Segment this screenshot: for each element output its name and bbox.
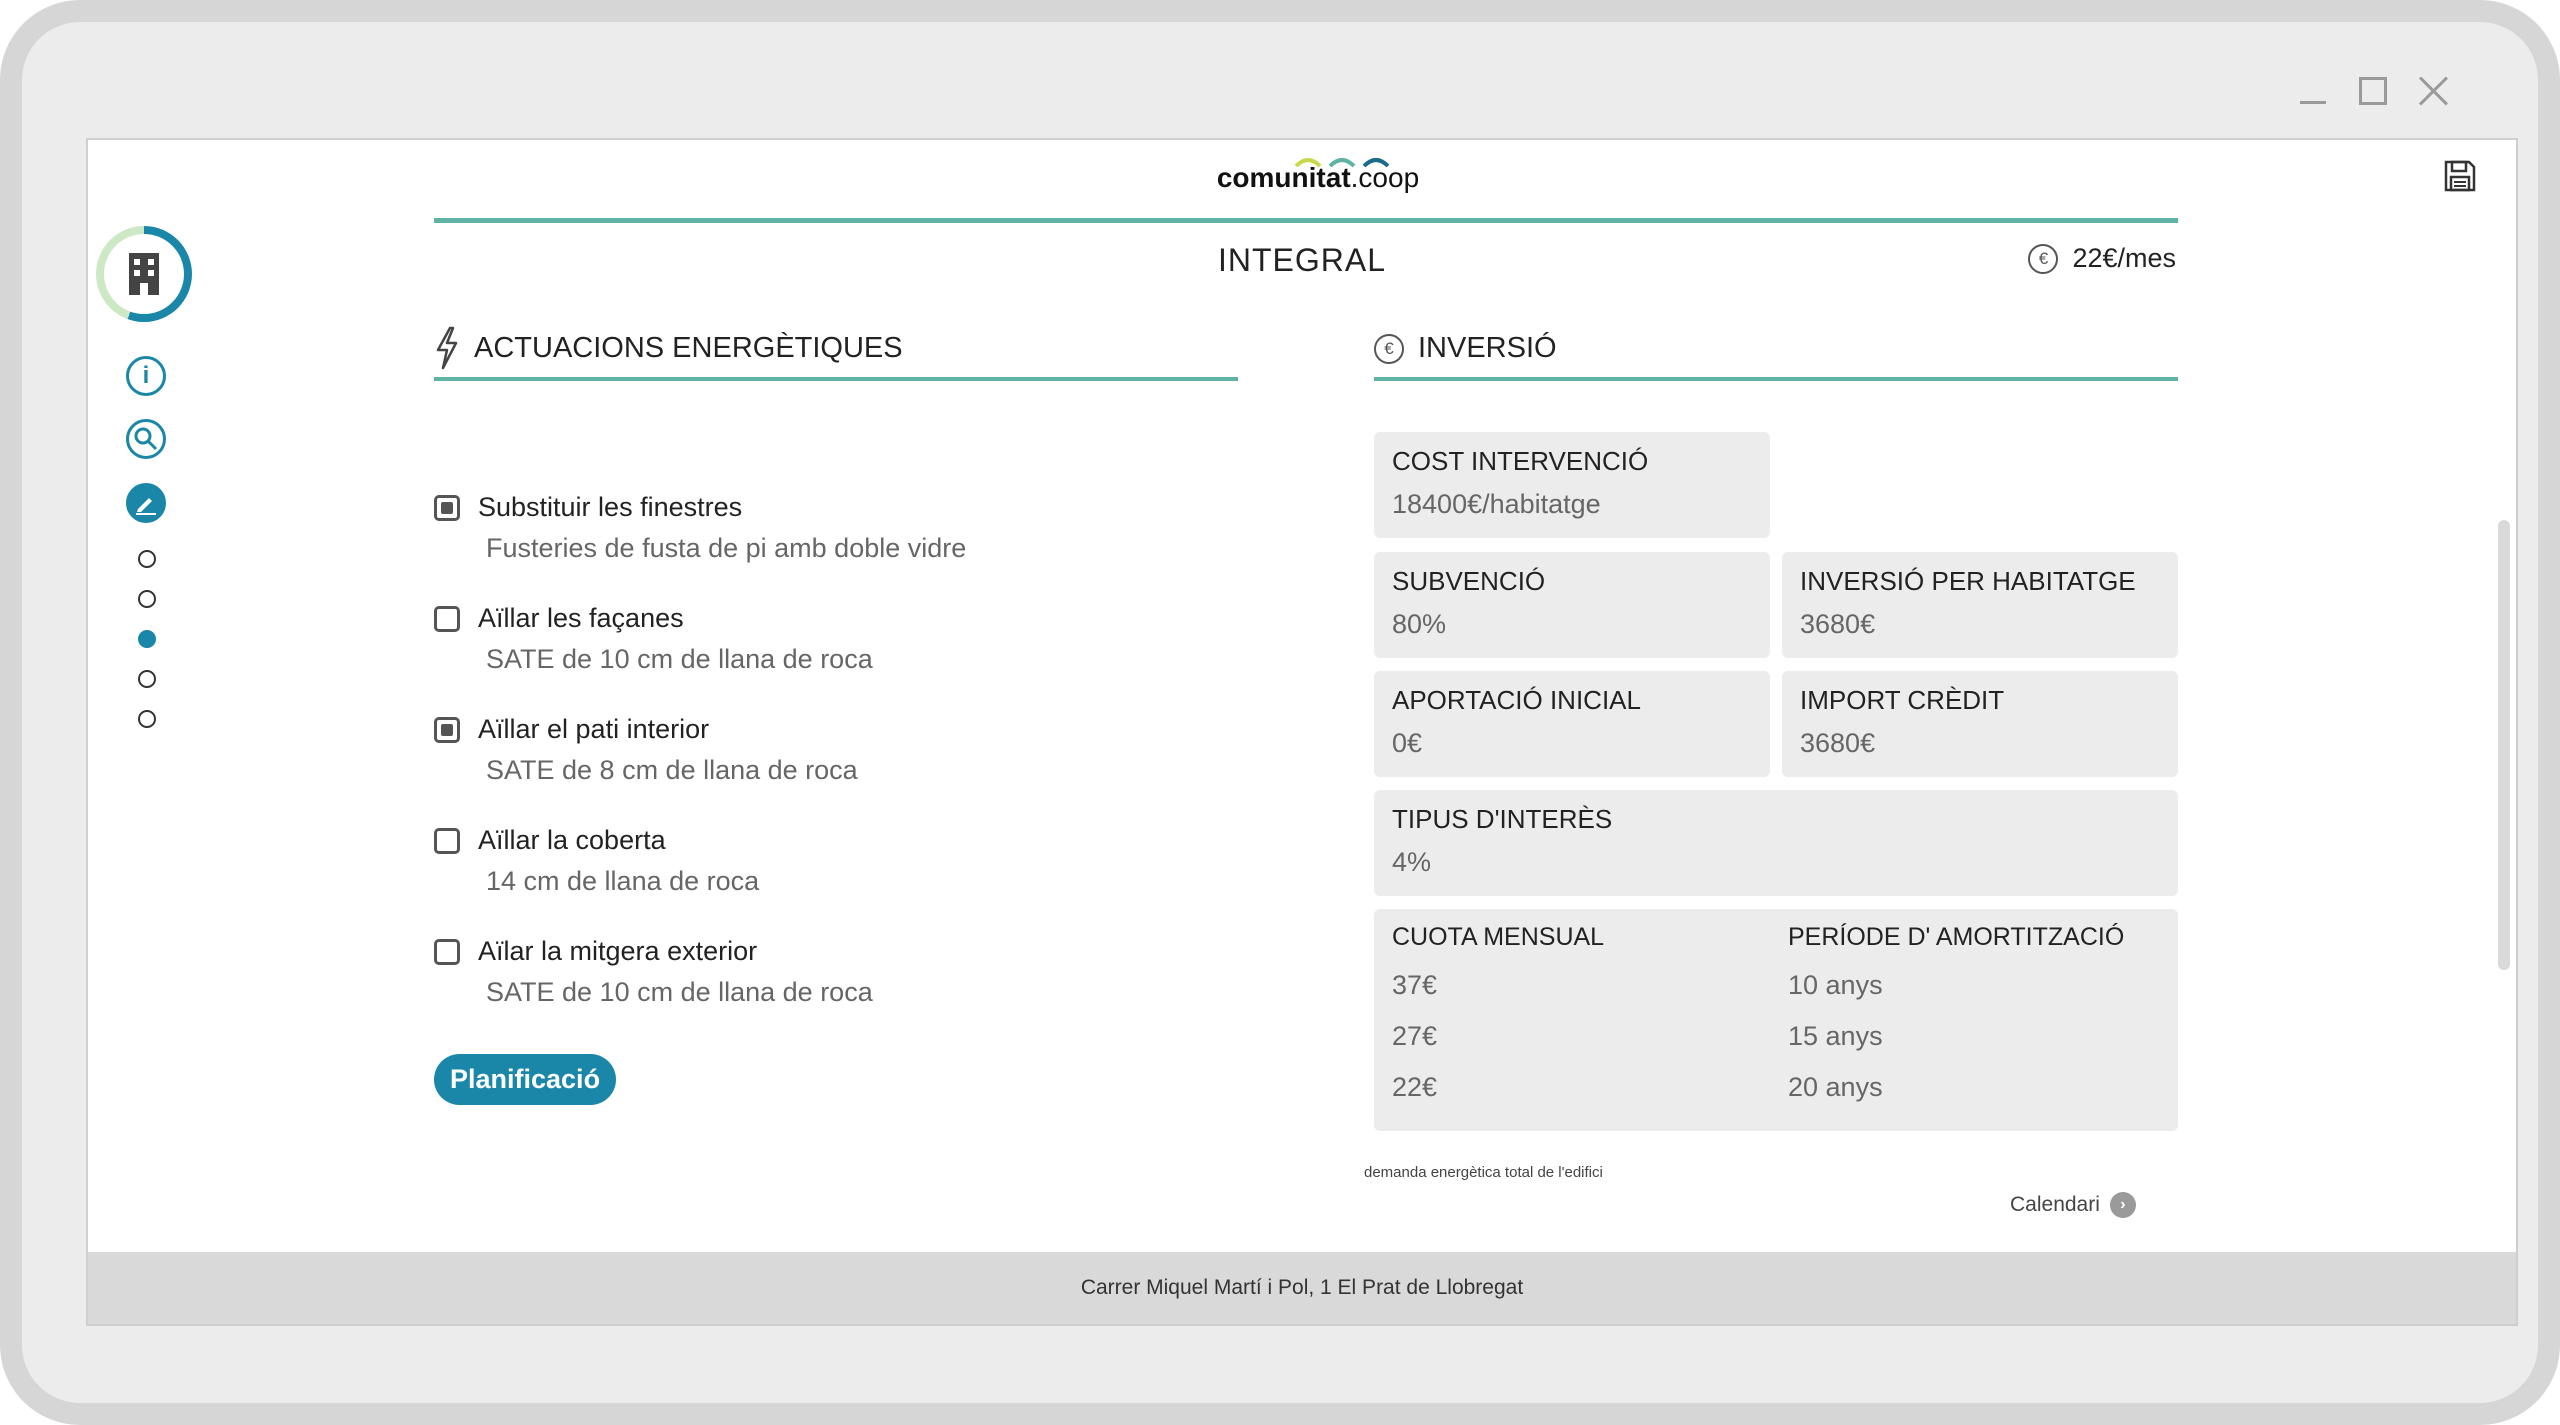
lightning-icon [436,326,458,370]
interest-label: TIPUS D'INTERÈS [1392,804,1613,834]
initial-card: APORTACIÓ INICIAL 0€ [1374,671,1770,777]
action-item: Substituir les finestres Fusteries de fus… [434,492,1194,564]
action-title: Aïllar el pati interior [478,714,710,744]
cost-label: COST INTERVENCIÓ [1392,446,1649,476]
step-dot[interactable] [138,670,156,688]
energy-demand-note: demanda energètica total de l'edifici [1364,1164,1603,1181]
app-screen: i comunitat.coop INTEGRAL € 22€/mes ACTU… [86,138,2518,1326]
initial-label: APORTACIÓ INICIAL [1392,685,1641,715]
interest-value: 4% [1392,847,1432,877]
maximize-icon[interactable] [2356,74,2390,108]
action-checkbox[interactable] [434,827,460,854]
actions-heading: ACTUACIONS ENERGÈTIQUES [434,326,903,370]
subsidy-value: 80% [1392,609,1447,639]
subsidy-label: SUBVENCIÓ [1392,566,1546,596]
credit-label: IMPORT CRÈDIT [1800,685,2005,715]
investment-heading: € INVERSIÓ [1374,332,1557,365]
action-checkbox[interactable] [434,938,460,965]
action-item: Aïllar el pati interior SATE de 8 cm de l… [434,714,1194,786]
action-checkbox[interactable] [434,605,460,632]
logo: comunitat.coop [1198,144,1438,214]
amortization-value: 10 anys [1788,970,1883,1000]
actions-divider [434,377,1238,381]
step-dot[interactable] [138,710,156,728]
cost-value: 18400€/habitatge [1392,489,1601,519]
interest-card: TIPUS D'INTERÈS 4% [1374,790,2178,896]
euro-icon: € [2028,243,2059,274]
action-detail: SATE de 8 cm de llana de roca [486,755,858,785]
action-title: Substituir les finestres [478,492,743,522]
action-item: Aïllar la coberta 14 cm de llana de roca [434,825,1194,897]
save-icon[interactable] [2442,158,2478,194]
credit-card: IMPORT CRÈDIT 3680€ [1782,671,2178,777]
close-icon[interactable] [2416,74,2450,108]
quota-card: CUOTA MENSUAL 37€ 27€ 22€ PERÍODE D' AMO… [1374,909,2178,1131]
info-icon[interactable]: i [126,356,166,396]
investment-heading-label: INVERSIÓ [1418,332,1557,364]
action-title: Aïlar la mitgera exterior [478,936,758,966]
action-item: Aïlar la mitgera exterior SATE de 10 cm d… [434,936,1194,1008]
action-checkbox[interactable] [434,716,460,743]
sidebar: i [88,140,208,1240]
chevron-right-icon[interactable]: › [2109,1192,2136,1218]
action-detail: SATE de 10 cm de llana de roca [486,977,873,1007]
per-home-card: INVERSIÓ PER HABITATGE 3680€ [1782,552,2178,658]
address-text: Carrer Miquel Martí i Pol, 1 El Prat de … [1080,1276,1524,1299]
monthly-price-value: 22€/mes [2072,243,2176,273]
amortization-value: 15 anys [1788,1021,1883,1051]
action-detail: Fusteries de fusta de pi amb doble vidre [486,533,967,563]
amortization-label: PERÍODE D' AMORTITZACIÓ [1788,923,2125,951]
header-divider [434,218,2178,223]
address-footer: Carrer Miquel Martí i Pol, 1 El Prat de … [88,1252,2516,1324]
search-icon[interactable] [126,419,166,459]
monthly-fee-value: 27€ [1392,1021,1438,1051]
action-title: Aïllar la coberta [478,825,666,855]
edit-icon[interactable] [126,483,166,523]
monthly-price: € 22€/mes [2028,243,2176,274]
initial-value: 0€ [1392,728,1423,758]
monthly-fee-label: CUOTA MENSUAL [1392,923,1605,951]
actions-heading-label: ACTUACIONS ENERGÈTIQUES [474,331,903,364]
logo-suffix: .coop [1350,162,1420,193]
investment-divider [1374,377,2178,381]
step-dot[interactable] [138,590,156,608]
minimize-icon[interactable] [2296,74,2330,108]
calendar-label: Calendari [2010,1193,2100,1216]
step-dot[interactable] [138,630,156,648]
planning-button[interactable]: Planificació [434,1054,617,1105]
euro-icon: € [1374,333,1404,364]
logo-name: comunitat [1216,162,1351,193]
monthly-fee-value: 37€ [1392,970,1438,1000]
per-home-value: 3680€ [1800,609,1876,639]
monthly-fee-column: CUOTA MENSUAL 37€ 27€ 22€ [1392,923,1604,1103]
amortization-column: PERÍODE D' AMORTITZACIÓ 10 anys 15 anys … [1788,923,2124,1103]
device-frame: i comunitat.coop INTEGRAL € 22€/mes ACTU… [0,0,2560,1425]
action-detail: 14 cm de llana de roca [486,866,760,896]
amortization-value: 20 anys [1788,1072,1883,1102]
scrollbar[interactable] [2498,520,2510,970]
action-detail: SATE de 10 cm de llana de roca [486,644,873,674]
subsidy-card: SUBVENCIÓ 80% [1374,552,1770,658]
action-item: Aïllar les façanes SATE de 10 cm de llana… [434,603,1194,675]
window-controls [2296,74,2450,108]
monthly-fee-value: 22€ [1392,1072,1438,1102]
step-dot[interactable] [138,550,156,568]
cost-card: COST INTERVENCIÓ 18400€/habitatge [1374,432,1770,538]
action-checkbox[interactable] [434,494,460,521]
per-home-label: INVERSIÓ PER HABITATGE [1800,566,2136,596]
calendar-link[interactable]: Calendari › [2010,1192,2136,1218]
action-title: Aïllar les façanes [478,603,684,633]
credit-value: 3680€ [1800,728,1876,758]
